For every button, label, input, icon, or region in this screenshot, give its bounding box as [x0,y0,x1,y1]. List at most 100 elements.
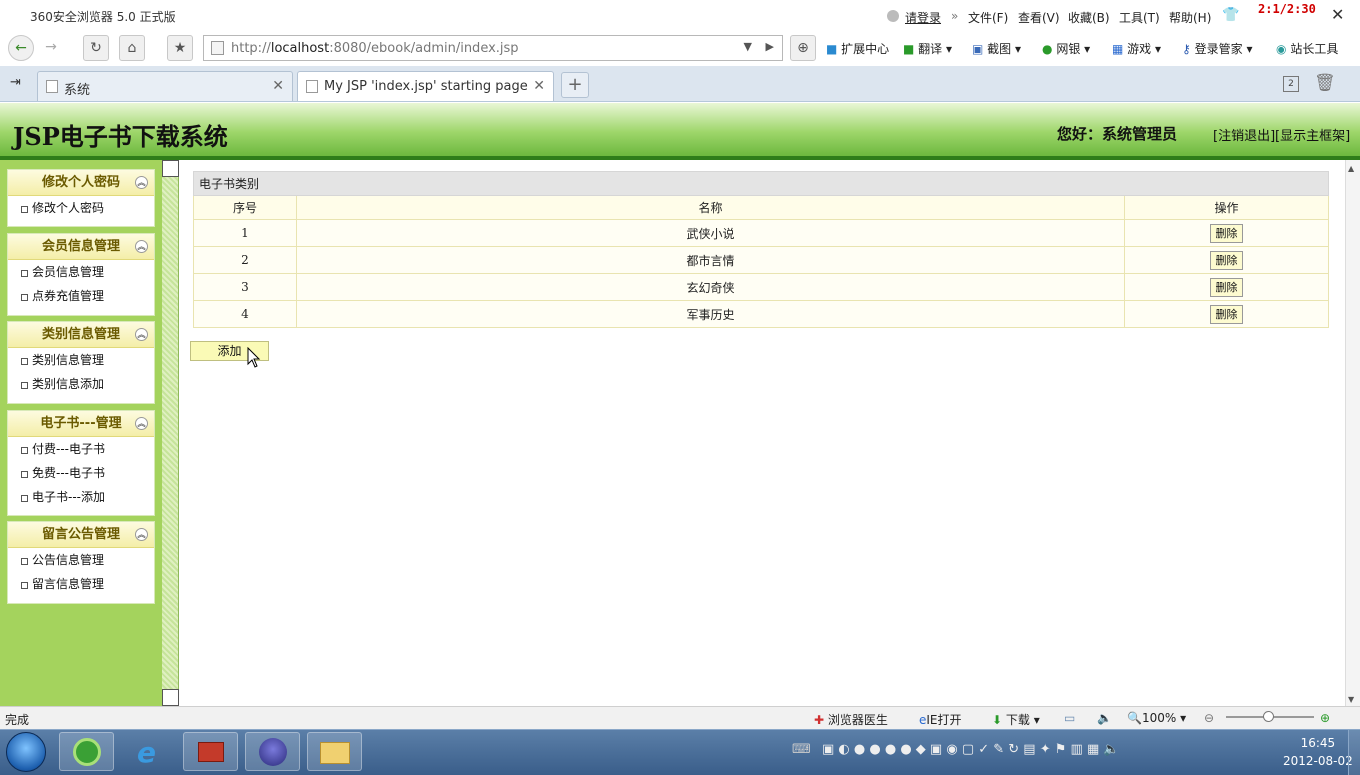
sidebar-item-paid-ebooks[interactable]: 付费---电子书 [8,437,154,461]
close-icon[interactable]: ✕ [533,78,545,94]
sidebar-group-header[interactable]: 类别信息管理 ︽ [8,322,154,348]
sidebar-group-header[interactable]: 电子书---管理 ︽ [8,411,154,437]
table-row: 4 军事历史 删除 [193,300,1329,328]
menu-file[interactable]: 文件(F) [968,9,1008,26]
sidebar-item-points-recharge[interactable]: 点券充值管理 [8,284,154,308]
skin-icon[interactable]: 👕 [1222,7,1239,23]
collapse-icon[interactable]: ︽ [135,528,148,541]
translate-button[interactable]: ■ 翻译 ▾ [903,40,952,57]
window-icon[interactable]: ▭ [1064,711,1075,725]
home-button[interactable]: ⌂ [119,35,145,61]
translate-label: 翻译 [918,42,943,56]
taskbar-ie[interactable]: e [122,732,177,771]
close-window-icon[interactable]: ✕ [1331,5,1344,24]
collapse-icon[interactable]: ︽ [135,176,148,189]
browser-doctor-label: 浏览器医生 [827,713,888,727]
webmaster-tools-button[interactable]: ◉ 站长工具 [1276,40,1338,57]
login-manager-button[interactable]: ⚷ 登录管家 ▾ [1182,40,1252,57]
games-button[interactable]: ▦ 游戏 ▾ [1112,40,1161,57]
webmaster-label: 站长工具 [1290,42,1339,56]
login-link[interactable]: 请登录 [905,9,941,26]
menu-view[interactable]: 查看(V) [1018,9,1060,26]
browser-doctor-button[interactable]: ✚ 浏览器医生 [814,711,888,728]
keyboard-icon[interactable]: ⌨ [792,742,811,757]
sidebar-item-ebook-add[interactable]: 电子书---添加 [8,485,154,509]
favorite-star-button[interactable]: ★ [167,35,193,61]
refresh-button[interactable]: ↻ [83,35,109,61]
sidebar-toggle-icon[interactable]: ⇥ [10,75,21,90]
clock[interactable]: 16:45 2012-08-02 [1283,734,1353,770]
splitter-handle-bottom[interactable] [162,689,179,706]
ie-open-label: IE打开 [926,713,962,727]
close-icon[interactable]: ✕ [272,78,284,94]
sidebar-item-free-ebooks[interactable]: 免费---电子书 [8,461,154,485]
speaker-icon[interactable]: 🔈 [1097,711,1112,725]
frame-splitter[interactable] [162,160,179,706]
collapse-icon[interactable]: ︽ [135,417,148,430]
sidebar-item-category-manage[interactable]: 类别信息管理 [8,348,154,372]
collapse-icon[interactable]: ︽ [135,328,148,341]
sidebar-group-title: 电子书---管理 [40,416,122,431]
scroll-up-icon[interactable]: ▲ [1348,164,1354,173]
forward-button[interactable]: → [38,35,64,61]
tray-icons[interactable]: ▣ ◐ ● ● ● ● ◆ ▣ ◉ ▢ ✓ ✎ ↻ ▤ ✦ ⚑ ▥ ▦ 🔈 [822,742,1120,757]
show-frame-link[interactable]: [显示主框架] [1275,125,1350,144]
sidebar-group-title: 修改个人密码 [41,175,120,190]
ie-open-button[interactable]: eIE打开 [919,711,962,728]
splitter-handle-top[interactable] [162,160,179,177]
taskbar-explorer[interactable] [307,732,362,771]
extension-center-button[interactable]: ■ 扩展中心 [826,40,889,57]
content-scrollbar[interactable]: ▲ ▼ [1345,160,1360,706]
back-button[interactable]: ← [8,35,34,61]
sidebar-group-header[interactable]: 修改个人密码 ︽ [8,170,154,196]
show-desktop-button[interactable] [1348,730,1360,775]
download-label: 下载 [1005,713,1030,727]
zoom-slider-thumb[interactable] [1263,711,1274,722]
start-button[interactable] [6,732,46,772]
sidebar-item-messages[interactable]: 留言信息管理 [8,572,154,596]
tab-index-jsp[interactable]: My JSP 'index.jsp' starting page ✕ [297,71,554,101]
page-icon [306,80,318,93]
sidebar-group-title: 类别信息管理 [41,327,120,342]
sidebar-group-title: 留言公告管理 [41,527,120,542]
clock-time: 16:45 [1300,736,1336,750]
sidebar-item-announcements[interactable]: 公告信息管理 [8,548,154,572]
menu-favorites[interactable]: 收藏(B) [1068,9,1110,26]
menu-help[interactable]: 帮助(H) [1169,9,1211,26]
sidebar-item-change-password[interactable]: 修改个人密码 [8,196,154,220]
trash-icon[interactable]: 🗑 [1314,73,1336,93]
address-url: http://localhost:8080/ebook/admin/index.… [231,41,519,56]
tab-system[interactable]: 系统 ✕ [37,71,293,101]
new-tab-button[interactable]: + [561,72,589,98]
security-shield-button[interactable]: ⊕ [790,35,816,61]
sidebar-group-header[interactable]: 留言公告管理 ︽ [8,522,154,548]
address-bar[interactable]: http://localhost:8080/ebook/admin/index.… [203,35,783,61]
logout-link[interactable]: [注销退出] [1213,125,1275,144]
taskbar-eclipse[interactable] [245,732,300,771]
zoom-control[interactable]: 🔍100% ▾ [1127,711,1186,725]
go-icon[interactable]: ▶ [766,40,774,53]
collapse-icon[interactable]: ︽ [135,240,148,253]
zoom-in-icon[interactable]: ⊕ [1320,711,1330,725]
screenshot-button[interactable]: ▣ 截图 ▾ [972,40,1021,57]
sidebar-item-category-add[interactable]: 类别信息添加 [8,372,154,396]
sidebar-group-header[interactable]: 会员信息管理 ︽ [8,234,154,260]
taskbar-360browser[interactable] [59,732,114,771]
menu-tools[interactable]: 工具(T) [1119,9,1160,26]
banking-button[interactable]: ● 网银 ▾ [1042,40,1090,57]
delete-button[interactable]: 删除 [1210,223,1243,243]
delete-button[interactable]: 删除 [1210,250,1243,270]
delete-button[interactable]: 删除 [1210,277,1243,297]
download-button[interactable]: ⬇ 下载 ▾ [992,711,1040,728]
sidebar-item-member-info[interactable]: 会员信息管理 [8,260,154,284]
row-action-cell: 删除 [1124,273,1329,301]
chevron-down-icon[interactable]: ▼ [744,40,752,53]
table-caption: 电子书类别 [193,171,1329,196]
taskbar-toolbox[interactable] [183,732,238,771]
scroll-down-icon[interactable]: ▼ [1348,695,1354,704]
restore-tabs-icon[interactable]: 2 [1283,76,1299,92]
delete-button[interactable]: 删除 [1210,304,1243,324]
zoom-out-icon[interactable]: ⊖ [1204,711,1214,725]
column-header-no: 序号 [193,195,297,220]
row-action-cell: 删除 [1124,219,1329,247]
